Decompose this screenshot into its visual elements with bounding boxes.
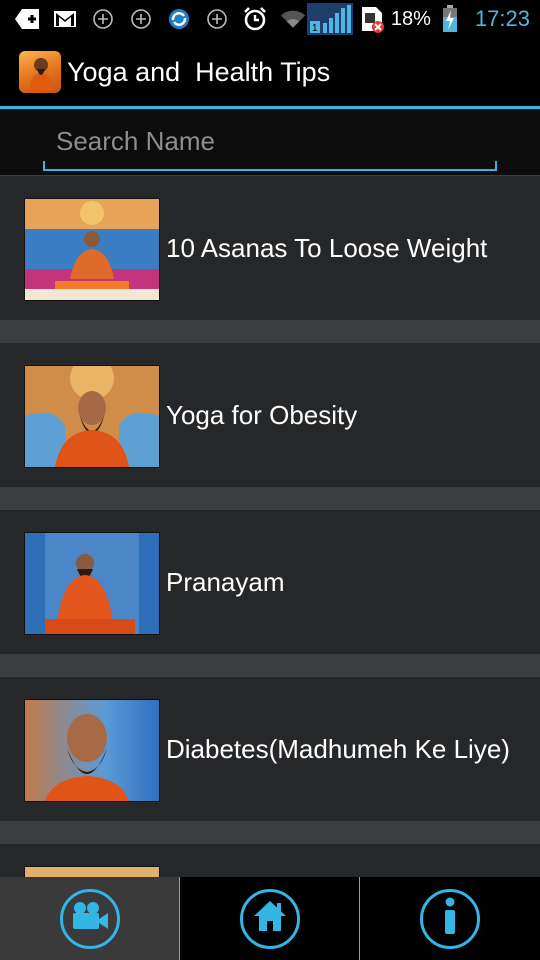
status-bar: 1 18% 17:23 (0, 0, 540, 38)
video-list[interactable]: 10 Asanas To Loose Weight Yoga for Obesi… (0, 175, 540, 877)
list-item[interactable]: Yoga for Obesity (0, 342, 540, 487)
video-thumbnail (24, 699, 160, 802)
gmail-icon (52, 6, 78, 32)
info-icon (442, 897, 458, 940)
alarm-icon (242, 6, 268, 32)
tab-home-circle (240, 888, 300, 949)
list-item-label: 10 Asanas To Loose Weight (166, 233, 488, 263)
list-item-label: Yoga for Obesity (166, 400, 358, 430)
wifi-icon (280, 6, 306, 32)
video-camera-icon (71, 901, 109, 936)
add-circle-icon (90, 6, 116, 32)
add-circle-icon (128, 6, 154, 32)
video-thumbnail (24, 365, 160, 468)
tab-videos-circle (60, 888, 120, 949)
add-circle-icon (204, 6, 230, 32)
app-title: Yoga and Health Tips (67, 56, 331, 87)
home-icon (252, 899, 288, 938)
search-underline (43, 161, 497, 171)
add-notification-icon (14, 6, 40, 32)
list-item[interactable] (0, 843, 540, 877)
battery-charging-icon (437, 5, 463, 32)
search-input[interactable] (44, 121, 496, 161)
video-thumbnail (24, 532, 160, 635)
video-thumbnail (24, 866, 160, 877)
tab-videos[interactable] (0, 877, 180, 960)
tab-info[interactable] (360, 877, 540, 960)
battery-percent: 18% (390, 7, 431, 30)
tab-home[interactable] (180, 877, 360, 960)
signal-icon: 1 (306, 3, 353, 35)
svg-text:1: 1 (312, 23, 318, 34)
action-bar: Yoga and Health Tips (0, 38, 540, 106)
no-sim-icon (359, 6, 385, 33)
bottom-navigation (0, 877, 540, 960)
search-bar (0, 109, 540, 175)
list-item[interactable]: Diabetes(Madhumeh Ke Liye) (0, 676, 540, 821)
list-item[interactable]: 10 Asanas To Loose Weight (0, 175, 540, 320)
video-thumbnail (24, 198, 160, 301)
list-item-label: Diabetes(Madhumeh Ke Liye) (166, 734, 510, 764)
app-logo-icon[interactable] (19, 51, 61, 93)
list-item[interactable]: Pranayam (0, 509, 540, 654)
list-item-label: Pranayam (166, 567, 285, 597)
sync-icon (166, 6, 192, 32)
tab-info-circle (420, 888, 480, 949)
clock: 17:23 (474, 6, 530, 31)
